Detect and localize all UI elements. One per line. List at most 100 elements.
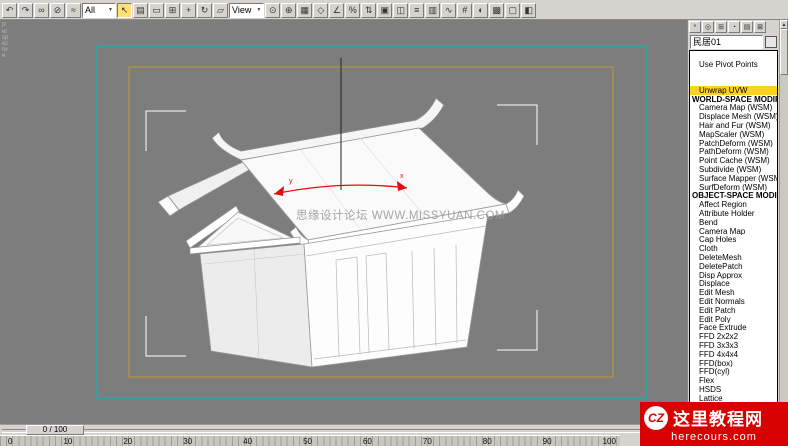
panel-scrollbar[interactable]: ▲ ▼ — [779, 20, 788, 446]
tab-motion-icon[interactable]: ◔ — [728, 21, 740, 33]
modifier-list-item[interactable]: Subdivide (WSM) — [690, 165, 777, 174]
render-type-icon[interactable]: ▢ — [505, 3, 520, 18]
modifier-list-item[interactable]: SurfDeform (WSM) — [690, 183, 777, 192]
viewport-canvas: y x 思缘设计论坛 WWW.MISSYUAN.COM — [0, 20, 687, 424]
select-by-name-icon[interactable]: ▤ — [133, 3, 148, 18]
modifier-list-item — [690, 69, 777, 86]
modifier-dropdown-list: Use Pivot PointsUnwrap UVWWORLD-SPACE MO… — [689, 50, 778, 446]
modifier-list-item[interactable]: Attribute Holder — [690, 209, 777, 218]
viewport-label[interactable]: Perspective — [2, 23, 9, 59]
main-toolbar: ↶↷∞⊘≈All↖▤▭⊞+↻▱View⊙⊕▦◇∠%⇅▣◫≡▥∿#◐▩▢◧ — [0, 0, 788, 20]
time-slider-groove — [2, 429, 662, 433]
modifier-list-item[interactable]: Camera Map (WSM) — [690, 103, 777, 112]
track-bar-tick-label: 80 — [483, 437, 492, 446]
scroll-up-icon[interactable]: ▲ — [780, 20, 788, 29]
select-and-rotate-icon[interactable]: ↻ — [197, 3, 212, 18]
undo-icon[interactable]: ↶ — [2, 3, 17, 18]
curve-editor-icon[interactable]: ∿ — [441, 3, 456, 18]
render-setup-icon[interactable]: ▩ — [489, 3, 504, 18]
modifier-list-item[interactable]: PatchDeform (WSM) — [690, 139, 777, 148]
modifier-list-item[interactable]: Cloth — [690, 244, 777, 253]
keyboard-override-icon[interactable]: ▦ — [297, 3, 312, 18]
command-panel-tabs: *◎⊞◔▤⊠ — [688, 20, 779, 34]
modifier-list-item[interactable]: Bend — [690, 218, 777, 227]
track-bar-ruler[interactable]: 0102030405060708090100 — [0, 435, 620, 446]
modifier-list-item[interactable]: Edit Normals — [690, 297, 777, 306]
track-bar-tick-label: 10 — [63, 437, 72, 446]
modifier-list-item[interactable]: Face Extrude — [690, 323, 777, 332]
modifier-unwrap-uvw[interactable]: Unwrap UVW — [690, 86, 777, 95]
mirror-icon[interactable]: ◫ — [393, 3, 408, 18]
modifier-list-item[interactable]: FFD(box) — [690, 359, 777, 368]
modifier-list-item[interactable]: FFD 3x3x3 — [690, 341, 777, 350]
unlink-selection-icon[interactable]: ⊘ — [50, 3, 65, 18]
site-logo-top: CZ 这里教程网 — [644, 405, 784, 430]
modifier-list-item[interactable]: Displace Mesh (WSM) — [690, 112, 777, 121]
redo-icon[interactable]: ↷ — [18, 3, 33, 18]
tab-utilities-icon[interactable]: ⊠ — [754, 21, 766, 33]
modifier-list-item[interactable]: FFD 2x2x2 — [690, 332, 777, 341]
tab-display-icon[interactable]: ▤ — [741, 21, 753, 33]
site-logo-url: herecours.com — [644, 431, 784, 443]
material-editor-icon[interactable]: ◐ — [473, 3, 488, 18]
site-logo-title: 这里教程网 — [673, 405, 763, 430]
object-name-field[interactable]: 民居01 — [690, 35, 763, 49]
named-selection-sets-icon[interactable]: ▣ — [377, 3, 392, 18]
layer-manager-icon[interactable]: ▥ — [425, 3, 440, 18]
tab-modify-icon[interactable]: ◎ — [702, 21, 714, 33]
track-bar-tick-label: 30 — [183, 437, 192, 446]
use-pivot-center-icon[interactable]: ⊙ — [265, 3, 280, 18]
tab-hierarchy-icon[interactable]: ⊞ — [715, 21, 727, 33]
modifier-list-item[interactable]: DeleteMesh — [690, 253, 777, 262]
modifier-list-item[interactable]: Hair and Fur (WSM) — [690, 121, 777, 130]
modifier-list-item[interactable]: Affect Region — [690, 200, 777, 209]
object-color-swatch[interactable] — [765, 36, 777, 48]
scrollbar-thumb[interactable] — [780, 29, 788, 75]
align-icon[interactable]: ≡ — [409, 3, 424, 18]
perspective-viewport[interactable]: y x 思缘设计论坛 WWW.MISSYUAN.COM Perspective — [0, 20, 687, 424]
modifier-list-item[interactable]: Displace — [690, 279, 777, 288]
modifier-list-item[interactable]: Surface Mapper (WSM) — [690, 174, 777, 183]
modifier-list-item[interactable]: Point Cache (WSM) — [690, 156, 777, 165]
track-bar-tick-label: 60 — [363, 437, 372, 446]
modifier-list-item[interactable]: FFD 4x4x4 — [690, 350, 777, 359]
reference-coordinate-dropdown[interactable]: View — [229, 3, 264, 18]
time-slider-row: 0 / 100 — [0, 425, 687, 435]
modifier-list-item[interactable]: HSDS — [690, 385, 777, 394]
modifier-list-item[interactable]: Flex — [690, 376, 777, 385]
modifier-list-item[interactable]: Cap Holes — [690, 235, 777, 244]
track-bar-tick-label: 50 — [303, 437, 312, 446]
schematic-view-icon[interactable]: # — [457, 3, 472, 18]
time-slider[interactable]: 0 / 100 — [26, 425, 84, 435]
modifier-list-item[interactable]: FFD(cyl) — [690, 367, 777, 376]
select-object-icon[interactable]: ↖ — [117, 3, 132, 18]
site-logo: CZ 这里教程网 herecours.com — [640, 402, 788, 446]
use-pivot-points-item[interactable]: Use Pivot Points — [690, 60, 777, 69]
modifier-list-item[interactable]: MapScaler (WSM) — [690, 130, 777, 139]
selection-region-icon[interactable]: ▭ — [149, 3, 164, 18]
modifier-list-item[interactable]: Camera Map — [690, 227, 777, 236]
select-and-manipulate-icon[interactable]: ⊕ — [281, 3, 296, 18]
object-name-row: 民居01 — [688, 34, 779, 50]
spinner-snap-icon[interactable]: ⇅ — [361, 3, 376, 18]
bind-to-space-warp-icon[interactable]: ≈ — [66, 3, 81, 18]
tab-create-icon[interactable]: * — [689, 21, 701, 33]
modifier-list-item[interactable]: Edit Mesh — [690, 288, 777, 297]
modifier-list-item: OBJECT-SPACE MODIFIERS — [690, 191, 777, 200]
percent-snap-icon[interactable]: % — [345, 3, 360, 18]
track-bar-tick-label: 0 — [8, 437, 12, 446]
select-and-link-icon[interactable]: ∞ — [34, 3, 49, 18]
modifier-list-item[interactable]: Disp Approx — [690, 271, 777, 280]
select-and-scale-icon[interactable]: ▱ — [213, 3, 228, 18]
modifier-list-item[interactable]: Edit Poly — [690, 315, 777, 324]
angle-snap-icon[interactable]: ∠ — [329, 3, 344, 18]
modifier-list-item[interactable]: DeletePatch — [690, 262, 777, 271]
selection-filter-dropdown[interactable]: All — [82, 3, 116, 18]
modifier-list-item[interactable]: PathDeform (WSM) — [690, 147, 777, 156]
modifier-list-item[interactable]: Edit Patch — [690, 306, 777, 315]
gizmo-axis-label-left: y — [289, 178, 293, 185]
select-and-move-icon[interactable]: + — [181, 3, 196, 18]
snap-toggle-icon[interactable]: ◇ — [313, 3, 328, 18]
window-crossing-icon[interactable]: ⊞ — [165, 3, 180, 18]
quick-render-icon[interactable]: ◧ — [521, 3, 536, 18]
